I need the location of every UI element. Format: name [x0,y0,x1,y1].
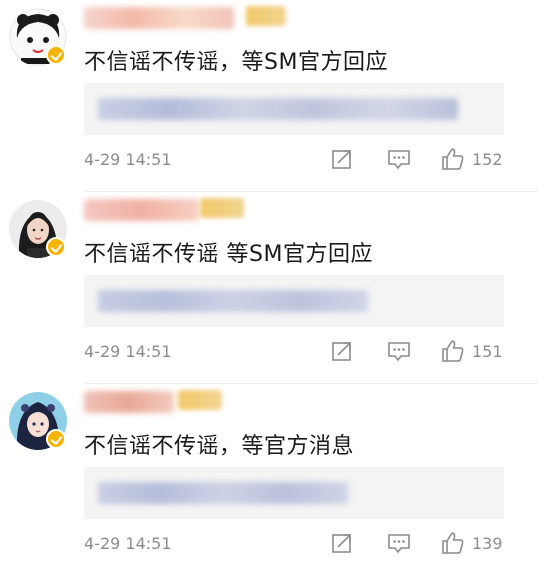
like-count: 152 [472,149,503,169]
comment-icon [388,342,410,362]
comment-icon [388,150,410,170]
verified-badge-icon [46,429,66,449]
comment-item: 不信谣不传谣，等官方消息 4-29 14:51 139 [0,384,538,576]
username[interactable] [84,7,234,29]
like-count: 139 [472,533,503,553]
comment-item: 不信谣不传谣，等SM官方回应 4-29 14:51 152 [0,0,538,192]
user-level-tag [246,6,286,26]
like-button[interactable]: 152 [440,146,503,172]
user-level-tag [178,390,222,410]
quoted-post-text [98,98,458,120]
thumbs-up-icon [442,148,464,170]
reply-button[interactable] [386,146,412,172]
repost-icon [332,534,351,553]
repost-icon [332,150,351,169]
like-button[interactable]: 139 [440,530,503,556]
verified-badge-icon [46,45,66,65]
timestamp: 4-29 14:51 [84,342,172,361]
repost-icon [332,342,351,361]
comment-text: 不信谣不传谣 等SM官方回应 [84,242,373,267]
repost-button[interactable] [330,146,354,172]
like-button[interactable]: 151 [440,338,503,364]
verified-badge-icon [46,237,66,257]
username[interactable] [84,391,174,413]
timestamp: 4-29 14:51 [84,534,172,553]
comment-icon [388,534,410,554]
username[interactable] [84,199,199,221]
like-count: 151 [472,341,503,361]
quoted-post[interactable] [84,275,504,327]
user-level-tag [200,198,244,218]
comment-item: 不信谣不传谣 等SM官方回应 4-29 14:51 151 [0,192,538,384]
quoted-post[interactable] [84,83,504,135]
comment-text: 不信谣不传谣，等官方消息 [84,434,355,459]
quoted-post-text [98,482,348,504]
repost-button[interactable] [330,338,354,364]
quoted-post[interactable] [84,467,504,519]
timestamp: 4-29 14:51 [84,150,172,169]
comment-text: 不信谣不传谣，等SM官方回应 [84,50,388,75]
repost-button[interactable] [330,530,354,556]
thumbs-up-icon [442,340,464,362]
reply-button[interactable] [386,338,412,364]
reply-button[interactable] [386,530,412,556]
thumbs-up-icon [442,532,464,554]
quoted-post-text [98,290,368,312]
